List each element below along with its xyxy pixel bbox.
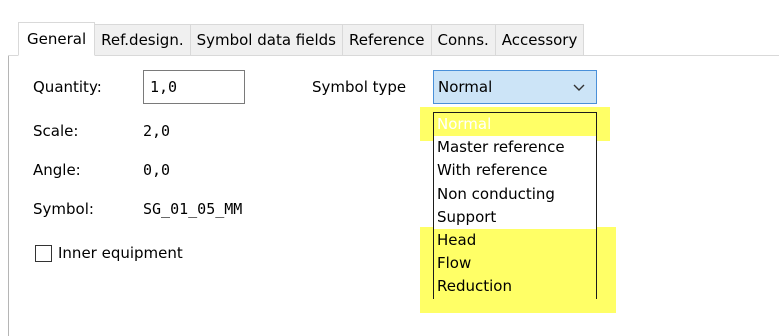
option-with-reference[interactable]: With reference bbox=[434, 159, 596, 182]
tab-strip: General Ref.design. Symbol data fields R… bbox=[18, 22, 585, 56]
option-reduction[interactable]: Reduction bbox=[434, 275, 596, 299]
scale-label: Scale: bbox=[33, 122, 79, 140]
chevron-down-icon bbox=[572, 80, 586, 98]
tab-general[interactable]: General bbox=[18, 22, 96, 56]
inner-equipment-label[interactable]: Inner equipment bbox=[58, 244, 183, 262]
quantity-value: 1,0 bbox=[150, 78, 178, 96]
symbol-label: Symbol: bbox=[33, 200, 94, 218]
option-support[interactable]: Support bbox=[434, 206, 596, 229]
option-non-conducting[interactable]: Non conducting bbox=[434, 183, 596, 206]
option-head[interactable]: Head bbox=[434, 228, 596, 253]
scale-value: 2,0 bbox=[143, 122, 171, 140]
tab-conns[interactable]: Conns. bbox=[431, 24, 496, 56]
angle-value: 0,0 bbox=[143, 161, 171, 179]
panel-border bbox=[8, 55, 9, 336]
option-flow[interactable]: Flow bbox=[434, 252, 596, 276]
quantity-label: Quantity: bbox=[33, 78, 102, 96]
tab-ref-design[interactable]: Ref.design. bbox=[95, 24, 191, 56]
option-normal[interactable]: Normal bbox=[434, 113, 596, 137]
quantity-input[interactable]: 1,0 bbox=[143, 70, 245, 104]
tab-accessory[interactable]: Accessory bbox=[495, 24, 585, 56]
symbol-type-label: Symbol type bbox=[312, 78, 407, 96]
inner-equipment-checkbox[interactable] bbox=[35, 245, 52, 262]
tab-reference[interactable]: Reference bbox=[342, 24, 432, 56]
symbol-value: SG_01_05_MM bbox=[143, 200, 243, 218]
symbol-type-selected-value: Normal bbox=[438, 78, 493, 96]
symbol-type-dropdown-list: Normal Master reference With reference N… bbox=[433, 112, 597, 299]
symbol-type-select[interactable]: Normal bbox=[433, 70, 597, 104]
tab-symbol-data-fields[interactable]: Symbol data fields bbox=[190, 24, 343, 56]
option-master-reference[interactable]: Master reference bbox=[434, 136, 596, 159]
angle-label: Angle: bbox=[33, 161, 81, 179]
